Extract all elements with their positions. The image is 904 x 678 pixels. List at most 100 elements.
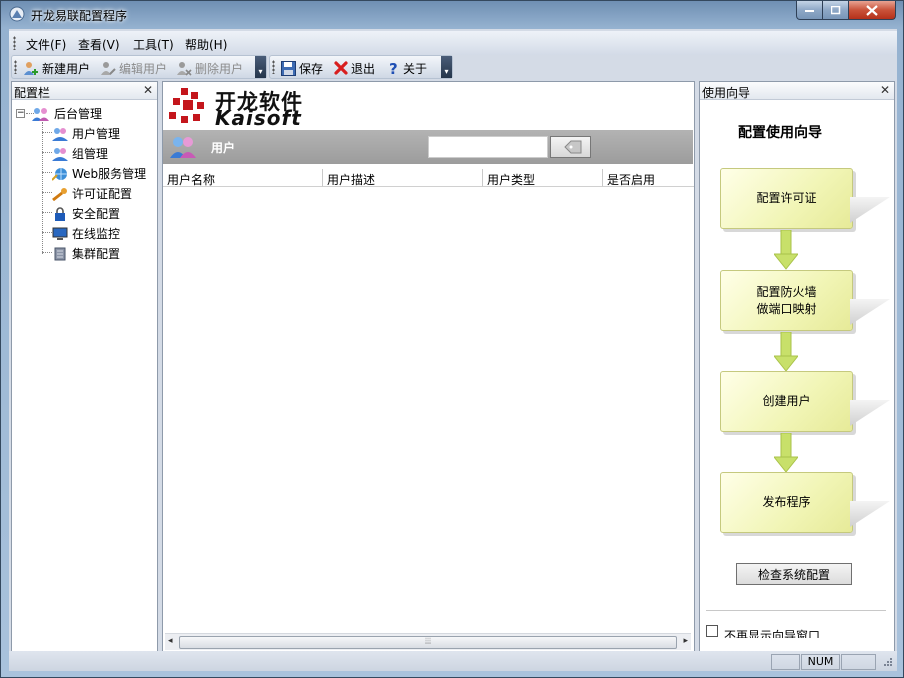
scroll-left-icon[interactable]: ◂ xyxy=(168,636,173,646)
red-x-icon xyxy=(334,61,348,75)
main-window: 开龙易联配置程序 文件(F) 查看(V) 工具(T) 帮助(H) 新建用户 编辑… xyxy=(0,0,904,678)
new-user-label: 新建用户 xyxy=(42,61,91,76)
new-user-button[interactable]: 新建用户 xyxy=(23,59,90,77)
exit-button[interactable]: 退出 xyxy=(334,59,375,77)
save-label: 保存 xyxy=(299,61,324,76)
users-icon xyxy=(52,127,68,141)
file-toolbar: 保存 退出 ? 关于 ▾ xyxy=(269,55,453,79)
wizard-step-firewall[interactable]: 配置防火墙 做端口映射 xyxy=(720,270,890,331)
tree-item-label: 安全配置 xyxy=(72,207,121,221)
tree-item-label: 在线监控 xyxy=(72,227,121,241)
user-search-button[interactable] xyxy=(550,136,591,158)
status-cell-caps xyxy=(771,654,800,670)
config-panel-header: 配置栏 ✕ xyxy=(12,82,157,100)
dont-show-label: 不再显示向导窗口 xyxy=(724,628,821,639)
tree-connector xyxy=(42,192,52,193)
down-arrow-icon xyxy=(774,230,798,270)
tree-item-label: 用户管理 xyxy=(72,127,121,141)
column-header-enabled[interactable]: 是否启用 xyxy=(603,169,694,187)
toolbar-grip[interactable] xyxy=(14,60,17,74)
menu-help[interactable]: 帮助(H) xyxy=(185,36,227,53)
save-button[interactable]: 保存 xyxy=(281,59,323,77)
app-icon xyxy=(9,6,25,22)
menu-bar: 文件(F) 查看(V) 工具(T) 帮助(H) xyxy=(9,31,897,55)
tree-root-backend[interactable]: 后台管理 xyxy=(32,105,102,122)
scroll-right-icon[interactable]: ▸ xyxy=(683,636,688,646)
logo-english-text: Kaisoft xyxy=(215,106,302,130)
delete-user-label: 删除用户 xyxy=(195,61,244,76)
tree-connector xyxy=(42,232,52,233)
column-header-description[interactable]: 用户描述 xyxy=(323,169,483,187)
wizard-panel: 使用向导 ✕ 配置使用向导 配置许可证 配置防火墙 做端口映射 创建用户 发布程… xyxy=(699,81,895,653)
scrollbar-thumb[interactable]: ⦙⦙⦙ xyxy=(179,636,677,649)
wizard-step-tail xyxy=(850,197,890,223)
horizontal-scrollbar[interactable]: ◂ ⦙⦙⦙ ▸ xyxy=(165,633,691,650)
user-section-label: 用户 xyxy=(211,141,236,155)
menu-tools[interactable]: 工具(T) xyxy=(133,36,174,53)
user-section-bar: 用户 xyxy=(163,130,693,164)
edit-user-button[interactable]: 编辑用户 xyxy=(100,59,167,77)
tree-item-web-service[interactable]: Web服务管理 xyxy=(52,165,146,182)
check-system-config-button[interactable]: 检查系统配置 xyxy=(736,563,852,585)
tree-item-group-management[interactable]: 组管理 xyxy=(52,145,108,162)
tree-item-security[interactable]: 安全配置 xyxy=(52,205,120,222)
down-arrow-icon xyxy=(774,433,798,473)
wizard-checkbox-row[interactable]: 不再显示向导窗口 xyxy=(706,624,820,638)
column-header-username[interactable]: 用户名称 xyxy=(163,169,323,187)
wizard-divider xyxy=(706,610,886,611)
tree-item-online-monitor[interactable]: 在线监控 xyxy=(52,225,120,242)
wizard-step-label: 创建用户 xyxy=(762,394,811,408)
config-panel-close-icon[interactable]: ✕ xyxy=(143,83,153,97)
toolbar-overflow-chevron[interactable]: ▾ xyxy=(255,56,266,78)
user-search-input[interactable] xyxy=(428,136,548,158)
tree-connector xyxy=(42,122,43,254)
down-arrow-icon xyxy=(774,332,798,372)
title-bar[interactable]: 开龙易联配置程序 xyxy=(1,1,904,29)
wizard-step-license[interactable]: 配置许可证 xyxy=(720,168,890,229)
server-cluster-icon xyxy=(54,247,66,260)
logo-area: 开龙软件 Kaisoft xyxy=(163,82,693,130)
wizard-step-create-user[interactable]: 创建用户 xyxy=(720,371,890,432)
maximize-button[interactable] xyxy=(822,1,849,20)
monitor-icon xyxy=(52,227,68,240)
close-button[interactable] xyxy=(848,1,896,20)
wizard-step-tail xyxy=(850,299,890,325)
help-question-icon: ? xyxy=(389,61,398,76)
tree-item-label: Web服务管理 xyxy=(72,167,147,181)
menu-grip[interactable] xyxy=(13,36,16,50)
toolbar-grip-2[interactable] xyxy=(272,60,275,74)
wizard-step-label: 发布程序 xyxy=(762,495,811,509)
delete-user-icon xyxy=(177,62,192,76)
dont-show-checkbox[interactable] xyxy=(706,625,718,637)
edit-user-label: 编辑用户 xyxy=(119,61,168,76)
column-header-type[interactable]: 用户类型 xyxy=(483,169,603,187)
web-globe-icon xyxy=(52,167,67,181)
wizard-step-publish[interactable]: 发布程序 xyxy=(720,472,890,533)
user-toolbar: 新建用户 编辑用户 删除用户 ▾ xyxy=(11,55,267,79)
close-icon xyxy=(866,4,878,16)
maximize-icon xyxy=(830,5,840,14)
wizard-panel-header: 使用向导 ✕ xyxy=(700,82,894,100)
users-group-icon xyxy=(170,137,196,158)
resize-grip-icon[interactable] xyxy=(881,657,893,669)
about-label: 关于 xyxy=(403,61,428,76)
tree-connector xyxy=(42,172,52,173)
delete-user-button[interactable]: 删除用户 xyxy=(176,59,243,77)
tree-item-label: 许可证配置 xyxy=(72,187,133,201)
tree-item-license[interactable]: 许可证配置 xyxy=(52,185,132,202)
lock-icon xyxy=(55,206,65,221)
svg-text:?: ? xyxy=(389,61,398,76)
tree-item-label: 集群配置 xyxy=(72,247,121,261)
menu-view[interactable]: 查看(V) xyxy=(78,36,120,53)
menu-file[interactable]: 文件(F) xyxy=(26,36,66,53)
tree-collapse-icon[interactable]: − xyxy=(16,109,25,118)
wizard-panel-close-icon[interactable]: ✕ xyxy=(880,83,890,97)
toolbar-overflow-chevron-2[interactable]: ▾ xyxy=(441,56,452,78)
tree-item-cluster[interactable]: 集群配置 xyxy=(52,245,120,262)
client-area: 文件(F) 查看(V) 工具(T) 帮助(H) 新建用户 编辑用户 删除用户 ▾… xyxy=(9,29,897,671)
tree-item-user-management[interactable]: 用户管理 xyxy=(52,125,120,142)
group-icon xyxy=(52,147,68,161)
about-button[interactable]: ? 关于 xyxy=(388,59,427,77)
tree-item-label: 组管理 xyxy=(72,147,109,161)
minimize-button[interactable] xyxy=(796,1,823,20)
